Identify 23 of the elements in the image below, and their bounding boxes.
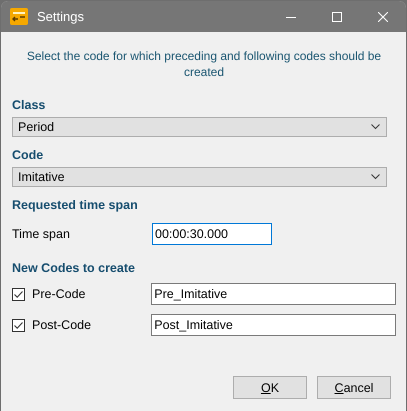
chevron-down-icon [371, 174, 380, 180]
section-heading: Requested time span [12, 198, 139, 212]
app-logo-icon [10, 8, 28, 25]
class-label: Class [12, 98, 46, 112]
checkbox[interactable] [12, 318, 25, 332]
section-heading: New Codes to create [12, 261, 136, 275]
code-name-field[interactable]: Pre_Imitative [151, 283, 396, 305]
window-title: Settings [37, 9, 85, 24]
close-icon[interactable] [378, 12, 388, 22]
checkbox[interactable] [12, 288, 25, 300]
code-name-field[interactable]: Post_Imitative [151, 314, 396, 336]
time-span-field[interactable]: 00:00:30.000 [152, 223, 272, 245]
chevron-down-icon [371, 124, 380, 130]
checkbox-label: Post-Code [32, 318, 92, 332]
maximize-icon[interactable] [332, 12, 342, 22]
ok-button[interactable]: OK [233, 376, 307, 399]
cancel-button[interactable]: Cancel [317, 376, 391, 399]
class-dropdown[interactable]: Period [12, 117, 387, 137]
code-label: Code [12, 148, 44, 162]
instruction-text: Select the code for which preceding and following codes should be created [26, 48, 382, 80]
time-span-label: Time span [12, 227, 70, 241]
code-dropdown[interactable]: Imitative [12, 167, 387, 187]
checkbox-label: Pre-Code [32, 287, 86, 301]
